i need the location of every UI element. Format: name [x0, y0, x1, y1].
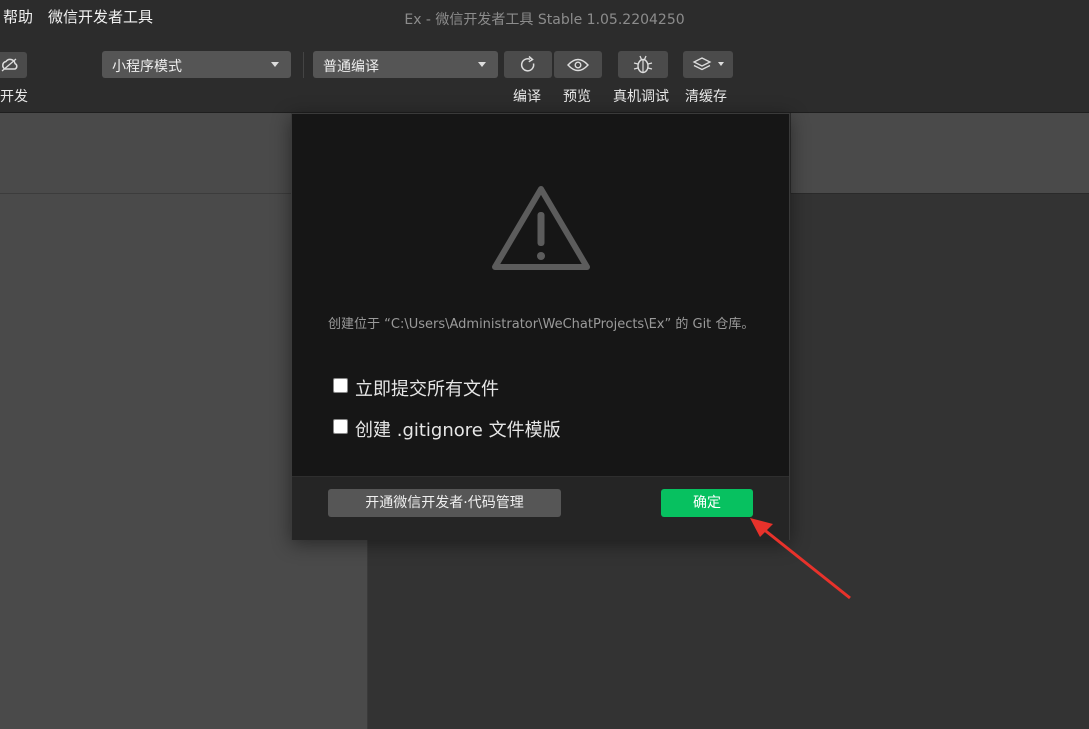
- annotation-arrow-icon: [750, 518, 851, 600]
- preview-button[interactable]: [554, 51, 602, 78]
- compile-label: 编译: [513, 89, 541, 105]
- device-debug-label: 真机调试: [613, 89, 669, 105]
- caret-down-icon: [271, 62, 279, 67]
- preview-label: 预览: [563, 89, 591, 105]
- caret-down-icon: [718, 62, 724, 66]
- cloud-icon: [1, 58, 18, 72]
- bug-icon: [633, 55, 653, 74]
- compile-button[interactable]: [504, 51, 552, 78]
- toolbar-divider: [303, 52, 304, 78]
- commit-all-checkbox[interactable]: [333, 378, 348, 393]
- window-title: Ex - 微信开发者工具 Stable 1.05.2204250: [404, 12, 685, 28]
- enable-code-management-button[interactable]: 开通微信开发者·代码管理: [328, 489, 561, 517]
- refresh-icon: [520, 55, 535, 72]
- commit-all-label[interactable]: 立即提交所有文件: [355, 375, 499, 401]
- dialog-footer: 开通微信开发者·代码管理 确定: [292, 476, 789, 540]
- eye-icon: [567, 58, 589, 72]
- gitignore-label[interactable]: 创建 .gitignore 文件模版: [355, 416, 561, 442]
- title-bar: 帮助 微信开发者工具 Ex - 微信开发者工具 Stable 1.05.2204…: [0, 0, 1089, 36]
- gitignore-checkbox[interactable]: [333, 419, 348, 434]
- mode-select-value: 小程序模式: [112, 59, 182, 75]
- layers-icon: [692, 57, 712, 71]
- editor-header: [791, 113, 1089, 194]
- clear-cache-button[interactable]: [683, 51, 733, 78]
- mode-select[interactable]: 小程序模式: [102, 51, 291, 78]
- compile-mode-select[interactable]: 普通编译: [313, 51, 498, 78]
- simulator-header: [0, 113, 292, 194]
- dialog-message: 创建位于 “C:\Users\Administrator\WeChatProje…: [328, 317, 755, 332]
- toolbar: 开发 小程序模式 普通编译 编译 预览 真机调试 清缓存: [0, 36, 1089, 113]
- git-init-dialog: 创建位于 “C:\Users\Administrator\WeChatProje…: [291, 113, 790, 540]
- caret-down-icon: [478, 62, 486, 67]
- compile-mode-value: 普通编译: [323, 59, 379, 75]
- clear-cache-label: 清缓存: [685, 89, 727, 105]
- cloud-dev-button[interactable]: [0, 52, 27, 78]
- cloud-dev-label: 开发: [0, 89, 28, 105]
- warning-icon: [492, 186, 590, 270]
- device-debug-button[interactable]: [618, 51, 668, 78]
